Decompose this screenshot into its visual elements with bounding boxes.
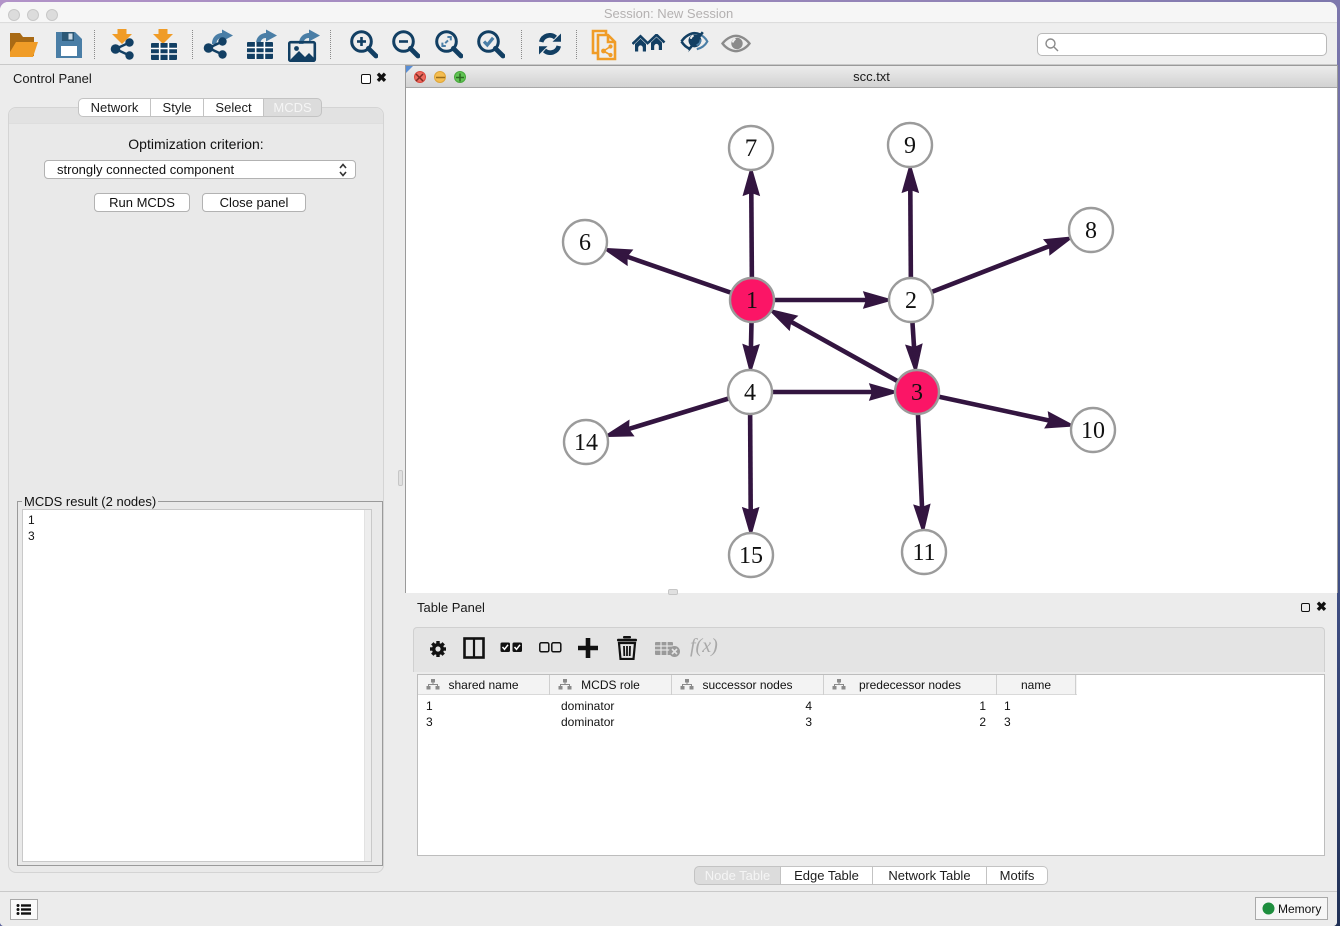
svg-text:2: 2 [905, 288, 917, 314]
svg-text:3: 3 [911, 380, 923, 406]
svg-text:9: 9 [904, 133, 916, 159]
svg-text:11: 11 [912, 540, 935, 566]
svg-text:1: 1 [746, 288, 758, 314]
svg-text:8: 8 [1085, 218, 1097, 244]
svg-text:14: 14 [574, 430, 598, 456]
svg-text:15: 15 [739, 543, 763, 569]
svg-text:7: 7 [745, 135, 758, 162]
svg-text:6: 6 [579, 230, 591, 256]
svg-text:10: 10 [1081, 418, 1105, 444]
svg-text:4: 4 [744, 380, 756, 406]
